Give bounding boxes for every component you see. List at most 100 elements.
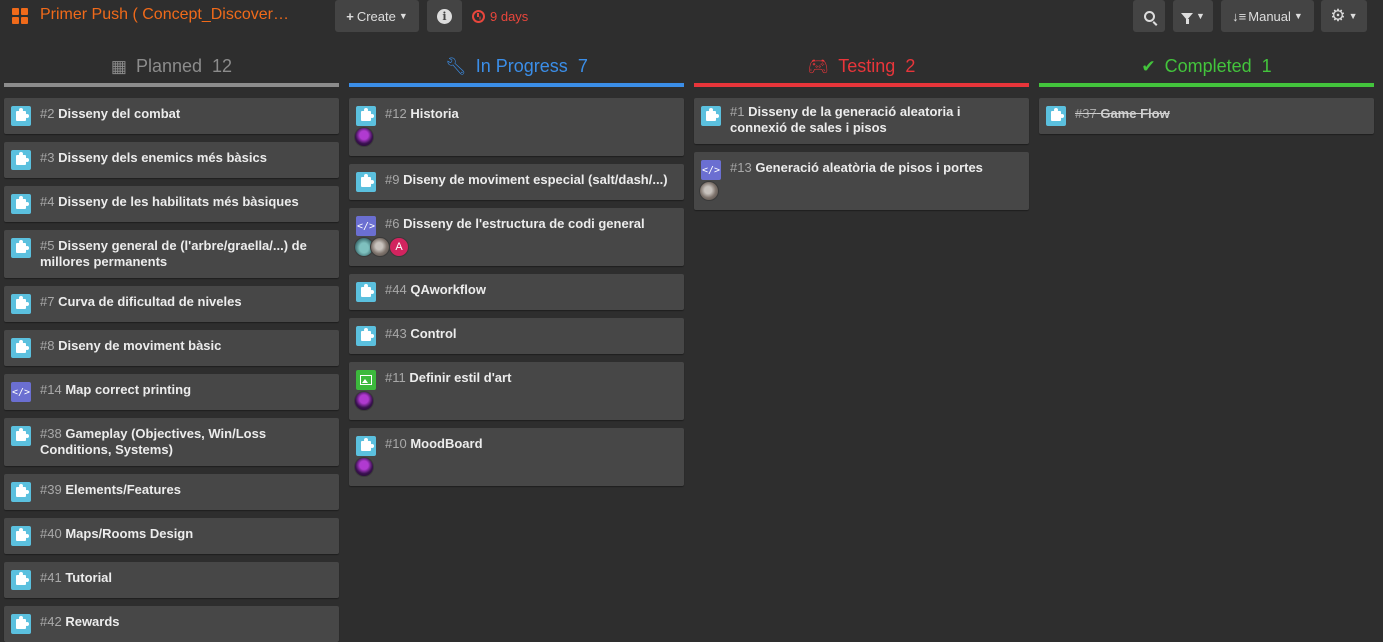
card-title: #41 Tutorial [40, 570, 331, 586]
column-count: 1 [1261, 56, 1272, 76]
board-title[interactable]: Primer Push ( Concept_Discover… [40, 6, 328, 24]
card-number: #14 [40, 382, 62, 397]
search-button[interactable] [1133, 0, 1165, 32]
card-number: #38 [40, 426, 62, 441]
puzzle-icon [11, 194, 31, 214]
card-title: #14 Map correct printing [40, 382, 331, 398]
column-header: ▦ Planned 12 [4, 50, 339, 83]
card[interactable]: #12 Historia [349, 98, 684, 156]
column-divider [1039, 83, 1374, 87]
column-testing: 🎮︎ Testing 2 #1 Disseny de la generació … [694, 50, 1029, 218]
card-number: #42 [40, 614, 62, 629]
card[interactable]: #44 QAworkflow [349, 274, 684, 310]
card-label: Definir estil d'art [409, 370, 512, 385]
card[interactable]: #11 Definir estil d'art [349, 362, 684, 420]
puzzle-icon [356, 282, 376, 302]
caret-down-icon: ▼ [1348, 11, 1358, 21]
card[interactable]: #2 Disseny del combat [4, 98, 339, 134]
card-label: Disseny general de (l'arbre/graella/...)… [40, 238, 307, 269]
card[interactable]: #10 MoodBoard [349, 428, 684, 486]
card-title: #43 Control [385, 326, 676, 342]
assignees [354, 456, 676, 478]
card-number: #3 [40, 150, 55, 165]
puzzle-icon [11, 570, 31, 590]
card[interactable]: #38 Gameplay (Objectives, Win/Loss Condi… [4, 418, 339, 466]
card-title: #38 Gameplay (Objectives, Win/Loss Condi… [40, 426, 331, 458]
card-label: Map correct printing [65, 382, 192, 397]
gear-icon: ⚙ [1330, 6, 1346, 25]
column-count: 7 [577, 56, 588, 76]
puzzle-icon [356, 172, 376, 192]
card-number: #12 [385, 106, 407, 121]
card[interactable]: #3 Disseny dels enemics més bàsics [4, 142, 339, 178]
card-title: #4 Disseny de les habilitats més bàsique… [40, 194, 331, 210]
card[interactable]: </> #14 Map correct printing [4, 374, 339, 410]
card-label: Tutorial [65, 570, 113, 585]
card-label: Game Flow [1100, 106, 1170, 121]
code-icon: </> [11, 382, 31, 402]
due-date[interactable]: 9 days [472, 9, 528, 24]
card[interactable]: #8 Diseny de moviment bàsic [4, 330, 339, 366]
card-number: #6 [385, 216, 400, 231]
card-number: #39 [40, 482, 62, 497]
card[interactable]: #39 Elements/Features [4, 474, 339, 510]
assignees: A [354, 236, 676, 258]
column-divider [694, 83, 1029, 87]
column-completed: ✔ Completed 1 #37 Game Flow [1039, 50, 1374, 142]
card[interactable]: #4 Disseny de les habilitats més bàsique… [4, 186, 339, 222]
column-in-progress: 🔧︎ In Progress 7 #12 Historia #9 Diseny … [349, 50, 684, 494]
card-title: #5 Disseny general de (l'arbre/graella/.… [40, 238, 331, 270]
sort-icon: ↓≡ [1232, 8, 1247, 24]
card-title: #40 Maps/Rooms Design [40, 526, 331, 542]
filter-button[interactable]: ▼ [1173, 0, 1213, 32]
avatar[interactable] [370, 237, 390, 257]
card[interactable]: </> #6 Disseny de l'estructura de codi g… [349, 208, 684, 266]
card-label: Gameplay (Objectives, Win/Loss Condition… [40, 426, 267, 457]
card-number: #4 [40, 194, 55, 209]
card-label: Elements/Features [65, 482, 181, 497]
calendar-icon: ▦ [110, 56, 127, 76]
card[interactable]: #5 Disseny general de (l'arbre/graella/.… [4, 230, 339, 278]
column-title: Planned [135, 56, 203, 76]
caret-down-icon: ▼ [398, 11, 408, 21]
card-label: Disseny de les habilitats més bàsiques [58, 194, 299, 209]
create-button[interactable]: + Create ▼ [335, 0, 419, 32]
avatar[interactable] [354, 457, 374, 477]
card-title: #12 Historia [385, 106, 676, 122]
card[interactable]: #40 Maps/Rooms Design [4, 518, 339, 554]
column-count: 12 [212, 56, 233, 76]
avatar-letter[interactable]: A [389, 237, 409, 257]
puzzle-icon [701, 106, 721, 126]
card[interactable]: #7 Curva de dificultad de niveles [4, 286, 339, 322]
column-divider [4, 83, 339, 87]
card[interactable]: #37 Game Flow [1039, 98, 1374, 134]
avatar[interactable] [354, 391, 374, 411]
card[interactable]: #1 Disseny de la generació aleatoria i c… [694, 98, 1029, 144]
board-grid-icon[interactable] [12, 8, 28, 24]
card-number: #41 [40, 570, 62, 585]
column-title: Testing [838, 56, 896, 76]
assignees [699, 180, 1021, 202]
card[interactable]: #42 Rewards [4, 606, 339, 642]
puzzle-icon [11, 238, 31, 258]
card[interactable]: #41 Tutorial [4, 562, 339, 598]
sort-button[interactable]: ↓≡ Manual ▼ [1221, 0, 1314, 32]
gamepad-icon: 🎮︎ [807, 56, 830, 76]
info-button[interactable]: i [427, 0, 462, 32]
card-title: #37 Game Flow [1075, 106, 1366, 122]
card[interactable]: #43 Control [349, 318, 684, 354]
column-count: 2 [905, 56, 916, 76]
avatar[interactable] [354, 127, 374, 147]
card-label: Disseny dels enemics més bàsics [58, 150, 267, 165]
card-number: #1 [730, 104, 745, 119]
card[interactable]: #9 Diseny de moviment especial (salt/das… [349, 164, 684, 200]
card-number: #2 [40, 106, 55, 121]
puzzle-icon [356, 436, 376, 456]
card-number: #8 [40, 338, 55, 353]
create-label: Create [356, 8, 396, 24]
puzzle-icon [11, 614, 31, 634]
avatar[interactable] [699, 181, 719, 201]
settings-button[interactable]: ⚙ ▼ [1321, 0, 1367, 32]
card[interactable]: </> #13 Generació aleatòria de pisos i p… [694, 152, 1029, 210]
check-icon: ✔ [1141, 56, 1156, 76]
